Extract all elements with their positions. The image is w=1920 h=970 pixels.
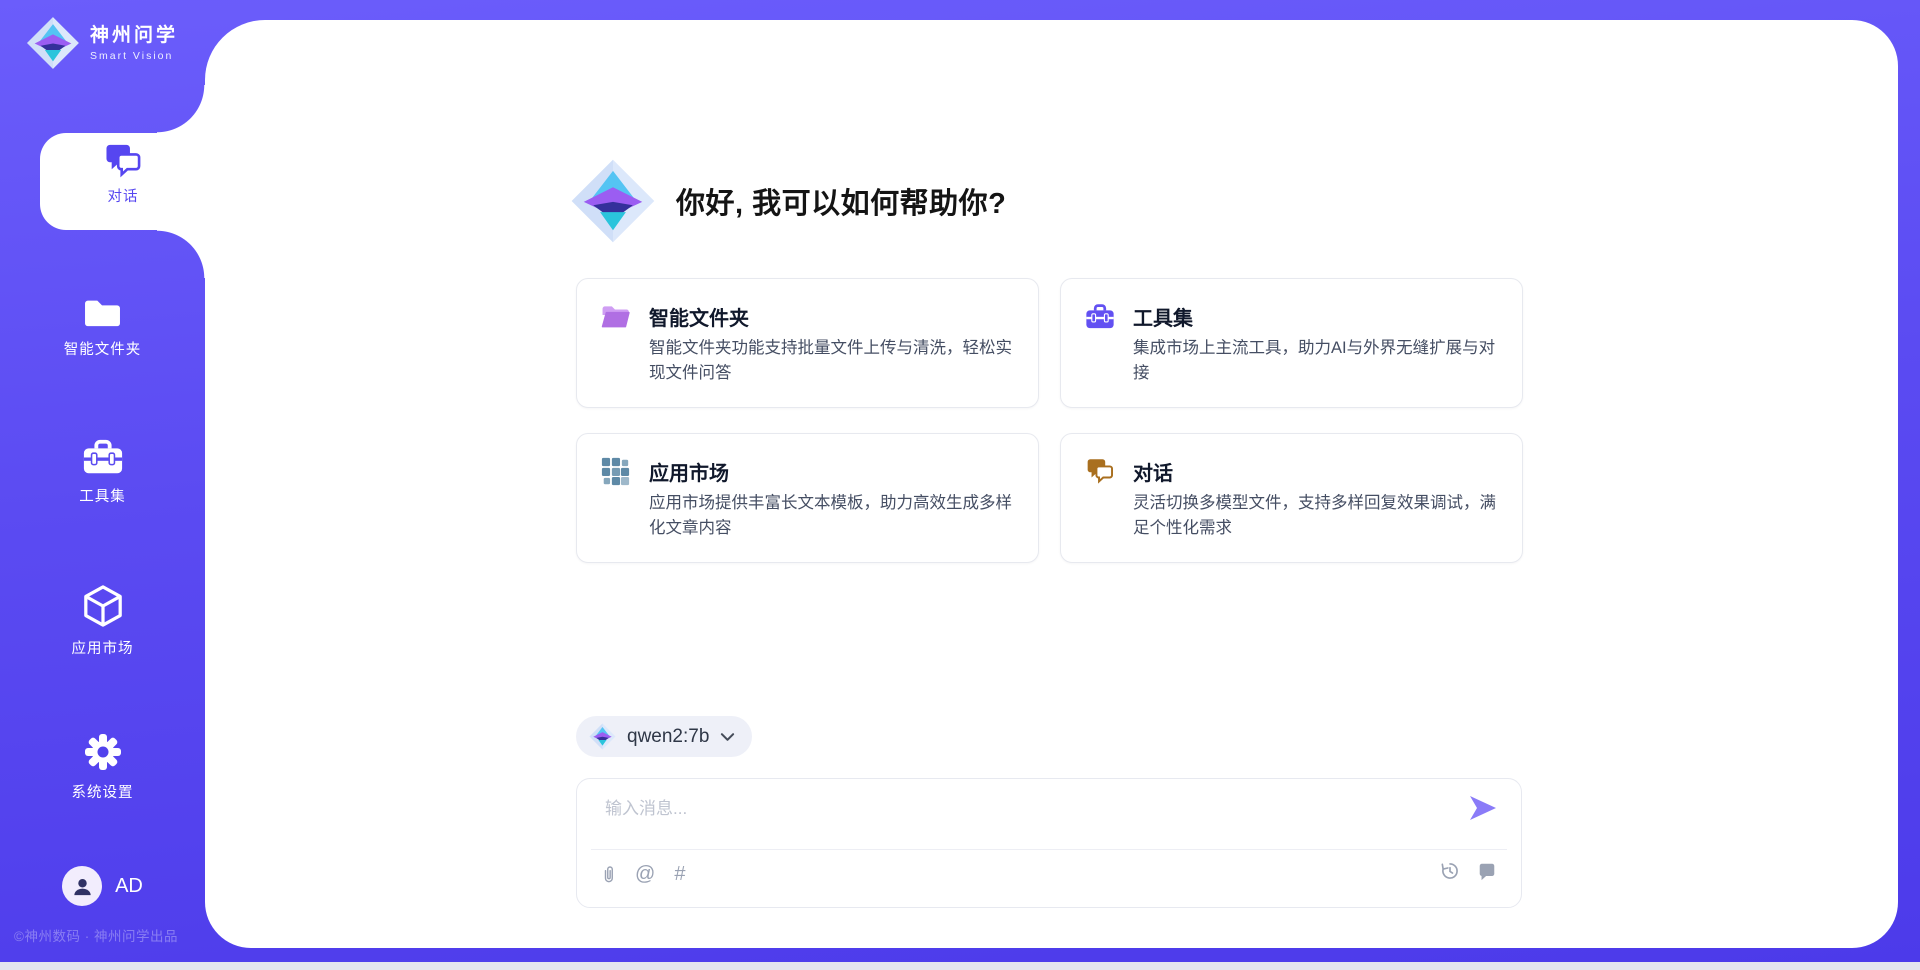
sidebar-item-chat[interactable]: 对话 [40, 143, 206, 206]
paperclip-icon[interactable] [601, 863, 616, 886]
card-toolset[interactable]: 工具集 集成市场上主流工具，助力AI与外界无缝扩展与对接 [1060, 278, 1523, 408]
sidebar-item-smart-folder[interactable]: 智能文件夹 [0, 295, 205, 359]
folder-icon [82, 295, 123, 329]
sidebar-item-app-market[interactable]: 应用市场 [0, 584, 205, 658]
composer-divider [591, 849, 1507, 850]
sidebar-item-label: 应用市场 [72, 637, 134, 658]
sidebar-item-label: 智能文件夹 [64, 338, 142, 359]
card-app-market[interactable]: 应用市场 应用市场提供丰富长文本模板，助力高效生成多样化文章内容 [576, 433, 1039, 563]
send-icon[interactable] [1467, 794, 1499, 822]
feature-cards: 智能文件夹 智能文件夹功能支持批量文件上传与清洗，轻松实现文件问答 工具集 集成… [576, 278, 1523, 563]
sidebar-item-label: 工具集 [79, 485, 126, 506]
model-selector[interactable]: qwen2:7b [576, 716, 752, 757]
model-name: qwen2:7b [627, 726, 709, 748]
card-description: 应用市场提供丰富长文本模板，助力高效生成多样化文章内容 [649, 491, 1014, 541]
history-icon[interactable] [1440, 861, 1460, 881]
toolbox-icon [1085, 300, 1133, 332]
sidebar-item-toolset[interactable]: 工具集 [0, 438, 205, 506]
user-account[interactable]: AD [0, 866, 205, 906]
cube-icon [82, 584, 124, 628]
hash-icon[interactable]: # [674, 861, 685, 887]
active-tab-curve-top [157, 85, 205, 133]
toolbox-icon [82, 438, 124, 476]
card-title: 智能文件夹 [649, 300, 1014, 332]
card-description: 智能文件夹功能支持批量文件上传与清洗，轻松实现文件问答 [649, 336, 1014, 386]
card-title: 工具集 [1133, 300, 1498, 332]
card-smart-folder[interactable]: 智能文件夹 智能文件夹功能支持批量文件上传与清洗，轻松实现文件问答 [576, 278, 1039, 408]
card-title: 对话 [1133, 455, 1498, 487]
gem-logo-icon [26, 16, 80, 70]
chat-bubble-icon[interactable] [1477, 861, 1497, 881]
brand-logo: 神州问学 Smart Vision [26, 16, 178, 70]
brand-name: 神州问学 [90, 25, 178, 47]
folder-open-icon [601, 300, 649, 332]
gem-logo-icon [570, 158, 656, 244]
sidebar-footer: ©神州数码 · 神州问学出品 [14, 925, 178, 945]
at-icon[interactable]: @ [635, 861, 655, 887]
sidebar-item-label: 对话 [108, 185, 139, 206]
person-icon [71, 875, 94, 898]
chevron-down-icon [720, 732, 735, 742]
active-tab-curve-bottom [157, 230, 205, 278]
composer-tools-left: @ # [601, 861, 685, 887]
chat-double-icon [103, 143, 143, 178]
brand-subtitle: Smart Vision [90, 50, 178, 62]
avatar [62, 866, 102, 906]
cube-grid-icon [601, 455, 649, 487]
app-window: 神州问学 Smart Vision 对话 智能文件夹 工具集 [0, 0, 1920, 970]
composer-tools-right [1440, 861, 1497, 881]
message-composer: @ # [576, 778, 1522, 908]
gem-logo-icon [589, 723, 616, 750]
greeting-title: 你好, 我可以如何帮助你? [676, 180, 1006, 222]
card-title: 应用市场 [649, 455, 1014, 487]
card-description: 灵活切换多模型文件，支持多样回复效果调试，满足个性化需求 [1133, 491, 1498, 541]
sidebar-item-settings[interactable]: 系统设置 [0, 732, 205, 802]
chat-double-icon [1085, 455, 1133, 487]
window-bottom-edge [0, 962, 1920, 970]
card-description: 集成市场上主流工具，助力AI与外界无缝扩展与对接 [1133, 336, 1498, 386]
greeting-block: 你好, 我可以如何帮助你? [570, 158, 1006, 244]
user-initials: AD [115, 875, 143, 898]
card-chat[interactable]: 对话 灵活切换多模型文件，支持多样回复效果调试，满足个性化需求 [1060, 433, 1523, 563]
gear-icon [83, 732, 123, 772]
sidebar-item-label: 系统设置 [72, 781, 134, 802]
message-input[interactable] [603, 792, 1443, 842]
